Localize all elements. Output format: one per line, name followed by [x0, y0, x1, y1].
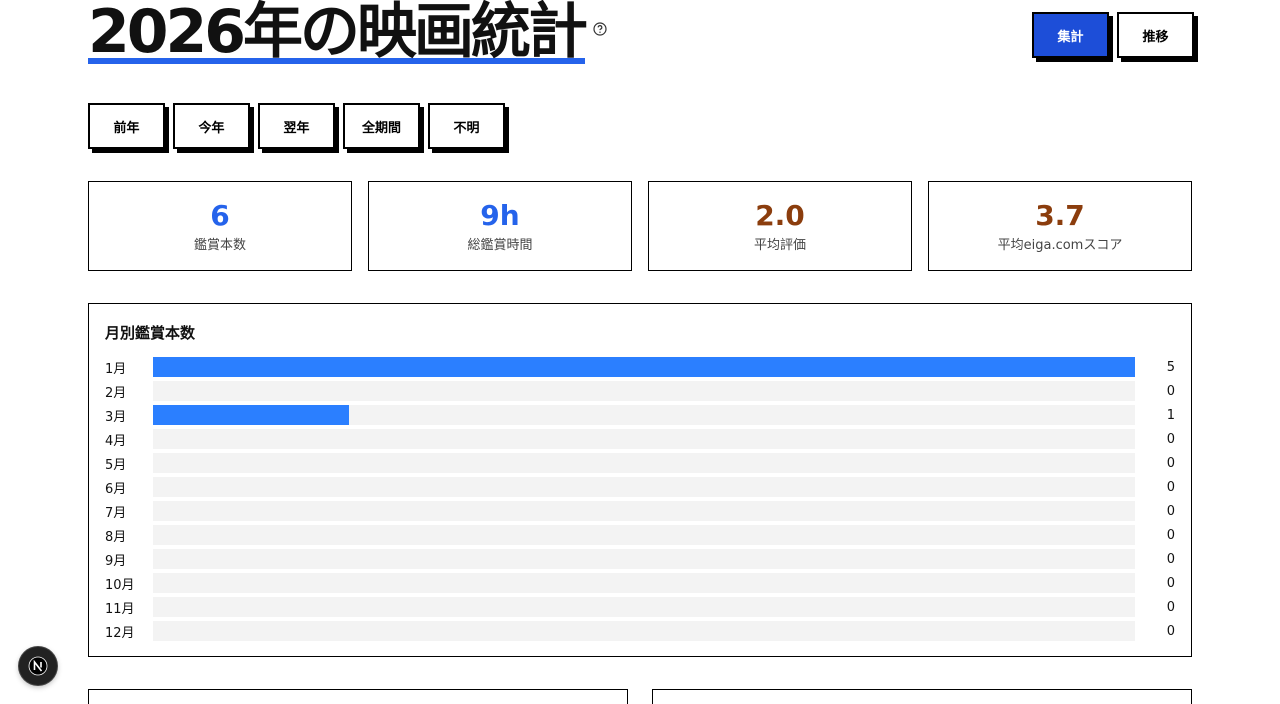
bar-category-label: 7月 [105, 505, 127, 521]
bar-row: 4月 0 [105, 429, 1175, 449]
tab-all-time[interactable]: 全期間 [343, 103, 420, 149]
bar-track [153, 453, 1135, 473]
bar-track [153, 477, 1135, 497]
bar-row: 9月 0 [105, 549, 1175, 569]
page-title: 2026年の映画統計 [88, 0, 588, 67]
bar-category-label: 3月 [105, 409, 127, 425]
nextjs-logo-icon[interactable] [19, 647, 57, 685]
bar-category-label: 8月 [105, 529, 127, 545]
tab-this-year[interactable]: 今年 [173, 103, 250, 149]
bar-value-label: 0 [1166, 551, 1175, 567]
bar-value-label: 0 [1166, 599, 1175, 615]
stat-value: 6 [210, 198, 230, 232]
bar-track [153, 597, 1135, 617]
tab-unknown[interactable]: 不明 [428, 103, 505, 149]
bar-row: 11月 0 [105, 597, 1175, 617]
bar-row: 5月 0 [105, 453, 1175, 473]
tab-next-year[interactable]: 翌年 [258, 103, 335, 149]
bar-row: 6月 0 [105, 477, 1175, 497]
bar-row: 8月 0 [105, 525, 1175, 545]
monthly-chart-title: 月別鑑賞本数 [105, 324, 196, 342]
bar-category-label: 1月 [105, 361, 127, 377]
bar-track [153, 381, 1135, 401]
bar-value-label: 0 [1166, 455, 1175, 471]
monthly-chart-card: 月別鑑賞本数 1月 5 2月 0 3月 1 4月 0 5月 0 6月 0 7月 0 8月 0 9月 0 10月 0 11… [88, 303, 1192, 657]
bar-value-label: 5 [1166, 359, 1175, 375]
tab-previous-year[interactable]: 前年 [88, 103, 165, 149]
bar-track [153, 501, 1135, 521]
stat-card-total-time: 9h 総鑑賞時間 [368, 181, 632, 271]
bar-category-label: 2月 [105, 385, 127, 401]
bar-category-label: 4月 [105, 433, 127, 449]
bar-category-label: 11月 [105, 601, 135, 617]
bar-row: 3月 1 [105, 405, 1175, 425]
bar-value-label: 0 [1166, 431, 1175, 447]
bar-value-label: 0 [1166, 623, 1175, 639]
bar-category-label: 6月 [105, 481, 127, 497]
nextjs-n-glyph [28, 656, 48, 676]
bar [153, 405, 350, 425]
stat-card-avg-eiga-score: 3.7 平均eiga.comスコア [928, 181, 1192, 271]
bar-track [153, 549, 1135, 569]
stat-label: 総鑑賞時間 [467, 237, 533, 253]
stat-value: 9h [480, 198, 520, 232]
bar-value-label: 0 [1166, 503, 1175, 519]
bar-track [153, 429, 1135, 449]
bar-category-label: 10月 [105, 577, 135, 593]
monthly-bar-chart: 1月 5 2月 0 3月 1 4月 0 5月 0 6月 0 7月 0 8月 0 9月 0 10月 0 11月 0 12月 0 [105, 357, 1175, 641]
bar-track [153, 573, 1135, 593]
aggregate-button[interactable]: 集計 [1032, 12, 1109, 58]
bottom-card-right [652, 689, 1192, 704]
bar [153, 357, 1135, 377]
trend-button[interactable]: 推移 [1117, 12, 1194, 58]
view-toggle: 集計 推移 [1032, 12, 1194, 58]
bar-value-label: 0 [1166, 527, 1175, 543]
bar-category-label: 5月 [105, 457, 127, 473]
bar-track [153, 405, 1135, 425]
bar-value-label: 0 [1166, 383, 1175, 399]
bar-row: 10月 0 [105, 573, 1175, 593]
bar-track [153, 525, 1135, 545]
bar-value-label: 0 [1166, 575, 1175, 591]
page-header: 2026年の映画統計 [88, 0, 607, 64]
bar-row: 1月 5 [105, 357, 1175, 377]
stat-card-count: 6 鑑賞本数 [88, 181, 352, 271]
period-tabs: 前年 今年 翌年 全期間 不明 [88, 103, 505, 149]
bar-row: 12月 0 [105, 621, 1175, 641]
bottom-card-left [88, 689, 628, 704]
stat-label: 鑑賞本数 [193, 237, 246, 253]
stat-card-avg-rating: 2.0 平均評価 [648, 181, 912, 271]
bar-category-label: 9月 [105, 553, 127, 569]
stat-value: 2.0 [755, 198, 805, 232]
bar-track [153, 621, 1135, 641]
bar-row: 2月 0 [105, 381, 1175, 401]
stats-summary: 6 鑑賞本数 9h 総鑑賞時間 2.0 平均評価 3.7 平均eiga.comス… [88, 181, 1192, 271]
question-circle-icon[interactable] [593, 22, 607, 36]
bar-value-label: 1 [1166, 407, 1175, 423]
stat-value: 3.7 [1035, 198, 1085, 232]
bar-value-label: 0 [1166, 479, 1175, 495]
stat-label: 平均eiga.comスコア [997, 237, 1123, 253]
bar-track [153, 357, 1135, 377]
bar-category-label: 12月 [105, 625, 135, 641]
bar-row: 7月 0 [105, 501, 1175, 521]
stat-label: 平均評価 [753, 237, 806, 253]
